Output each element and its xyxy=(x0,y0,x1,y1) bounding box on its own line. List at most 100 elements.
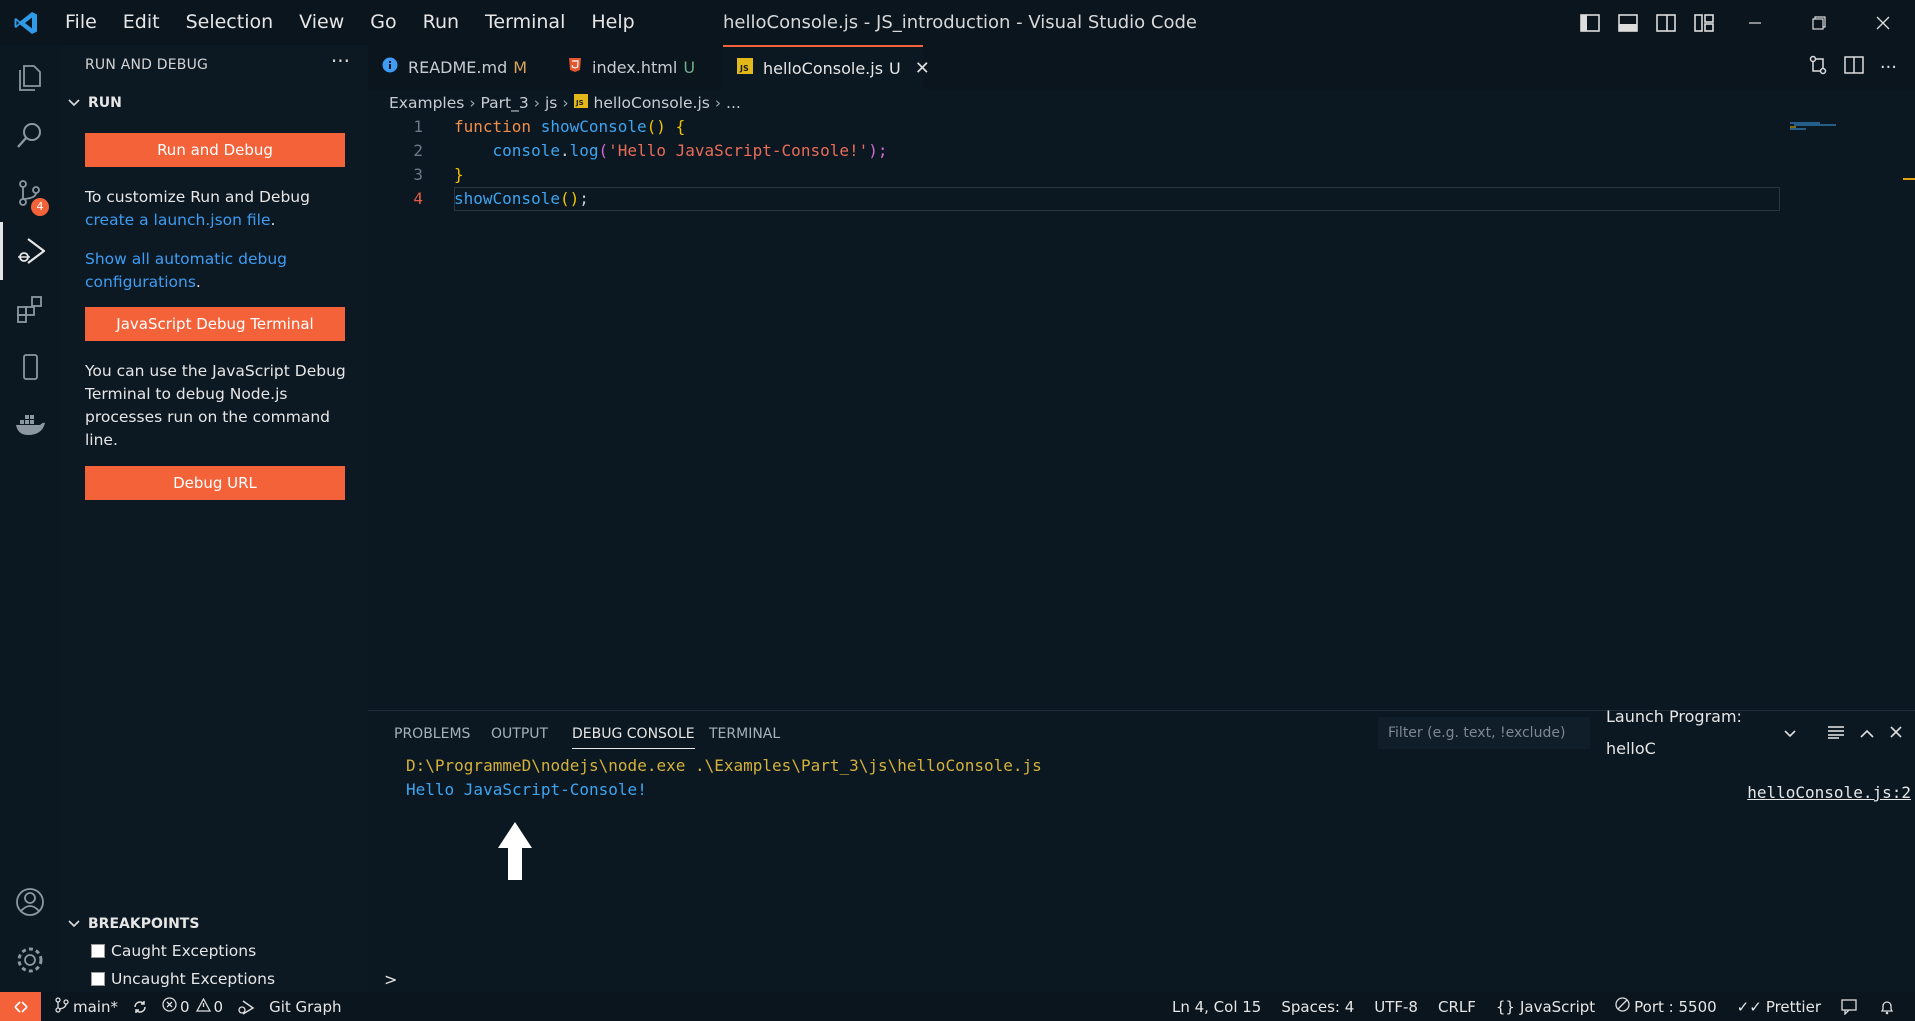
source-control-icon[interactable]: 4 xyxy=(0,164,60,222)
debug-url-button[interactable]: Debug URL xyxy=(85,466,345,500)
tab-terminal[interactable]: TERMINAL xyxy=(709,726,780,742)
breadcrumb-item[interactable]: Examples xyxy=(389,94,464,112)
split-editor-icon[interactable] xyxy=(1844,56,1864,78)
search-icon[interactable] xyxy=(0,106,60,164)
chevron-right-icon: › xyxy=(714,94,722,112)
restore-icon[interactable] xyxy=(1787,0,1851,45)
js-icon: JS xyxy=(737,58,753,78)
customize-hint: To customize Run and Debug create a laun… xyxy=(85,186,350,232)
menu-selection[interactable]: Selection xyxy=(173,0,287,45)
uncaught-exceptions-row[interactable]: Uncaught Exceptions xyxy=(91,970,275,988)
run-section-label: RUN xyxy=(88,95,122,111)
device-icon[interactable] xyxy=(0,338,60,396)
error-count: 0 xyxy=(179,997,190,1016)
tab-output[interactable]: OUTPUT xyxy=(491,726,548,742)
line-number: 1 xyxy=(413,117,423,136)
code-editor[interactable]: 1 function showConsole() { 2 console.log… xyxy=(368,115,1788,705)
toggle-secondary-sidebar-icon[interactable] xyxy=(1647,0,1685,45)
close-tab-icon[interactable]: ✕ xyxy=(915,58,930,79)
branch-status[interactable]: main* xyxy=(55,996,118,1017)
code-line: 2 console.log('Hello JavaScript-Console!… xyxy=(368,139,1788,163)
debug-launch-icon[interactable] xyxy=(237,999,255,1015)
svg-text:JS: JS xyxy=(739,64,749,73)
settings-gear-icon[interactable] xyxy=(0,931,60,989)
run-section-header[interactable]: RUN xyxy=(66,95,122,111)
line-text: function showConsole() { xyxy=(454,117,686,136)
live-server-port[interactable]: Port : 5500 xyxy=(1615,997,1717,1016)
feedback-icon[interactable] xyxy=(1841,998,1859,1015)
more-actions-icon[interactable]: ··· xyxy=(1880,57,1897,78)
menu-view[interactable]: View xyxy=(286,0,357,45)
console-source-link[interactable]: helloConsole.js:2 xyxy=(1747,783,1911,802)
close-panel-icon[interactable] xyxy=(1889,724,1903,743)
braces-icon: {} xyxy=(1495,997,1515,1016)
encoding[interactable]: UTF-8 xyxy=(1374,998,1418,1016)
js-icon: JS xyxy=(573,94,588,112)
line-number: 3 xyxy=(413,165,423,184)
tab-problems[interactable]: PROBLEMS xyxy=(394,726,470,742)
breakpoints-section-header[interactable]: BREAKPOINTS xyxy=(66,916,199,932)
menu-file[interactable]: File xyxy=(52,0,110,45)
console-filter-input[interactable]: Filter (e.g. text, !exclude) xyxy=(1378,717,1590,749)
breadcrumb-item[interactable]: helloConsole.js xyxy=(594,94,710,112)
title-bar: File Edit Selection View Go Run Terminal… xyxy=(0,0,1915,45)
customize-layout-icon[interactable] xyxy=(1685,0,1723,45)
extensions-icon[interactable] xyxy=(0,280,60,338)
panel-actions xyxy=(1827,717,1903,749)
title-controls xyxy=(1571,0,1915,45)
uncaught-exceptions-checkbox[interactable] xyxy=(91,972,105,986)
code-line: 1 function showConsole() { xyxy=(368,115,1788,139)
menu-edit[interactable]: Edit xyxy=(110,0,173,45)
toggle-primary-sidebar-icon[interactable] xyxy=(1571,0,1609,45)
menu-terminal[interactable]: Terminal xyxy=(472,0,578,45)
editor-tabs: README.md M index.html U JS helloConsole… xyxy=(368,45,1915,89)
line-text: console.log('Hello JavaScript-Console!')… xyxy=(492,141,888,160)
javascript-debug-terminal-button[interactable]: JavaScript Debug Terminal xyxy=(85,307,345,341)
indentation[interactable]: Spaces: 4 xyxy=(1281,998,1354,1016)
prettier-status[interactable]: ✓✓ Prettier xyxy=(1737,998,1821,1016)
close-window-icon[interactable] xyxy=(1851,0,1915,45)
run-and-debug-sidebar: RUN AND DEBUG ··· RUN Run and Debug To c… xyxy=(60,45,368,992)
problems-status[interactable]: 0 0 xyxy=(162,997,223,1016)
minimap[interactable] xyxy=(1790,115,1845,130)
toggle-panel-icon[interactable] xyxy=(1609,0,1647,45)
more-actions-icon[interactable]: ··· xyxy=(331,49,350,73)
language-mode[interactable]: {} JavaScript xyxy=(1496,998,1595,1016)
tab-index-html[interactable]: index.html U xyxy=(568,45,723,89)
run-and-debug-icon[interactable] xyxy=(0,222,60,280)
menu-run[interactable]: Run xyxy=(410,0,472,45)
caught-exceptions-row[interactable]: Caught Exceptions xyxy=(91,942,256,960)
menu-go[interactable]: Go xyxy=(357,0,409,45)
docker-icon[interactable] xyxy=(0,396,60,454)
menu-help[interactable]: Help xyxy=(578,0,647,45)
tab-status: U xyxy=(683,57,696,77)
end-of-line[interactable]: CRLF xyxy=(1438,998,1476,1016)
caught-exceptions-checkbox[interactable] xyxy=(91,944,105,958)
explorer-icon[interactable] xyxy=(0,48,60,106)
menu-bar: File Edit Selection View Go Run Terminal… xyxy=(52,0,648,45)
line-text: showConsole(); xyxy=(454,189,589,208)
git-graph-button[interactable]: Git Graph xyxy=(269,998,341,1016)
run-and-debug-button[interactable]: Run and Debug xyxy=(85,133,345,167)
console-input-prompt[interactable]: > xyxy=(384,970,397,989)
breadcrumb-item[interactable]: Part_3 xyxy=(481,94,529,112)
maximize-panel-icon[interactable] xyxy=(1859,724,1875,743)
create-launch-json-link[interactable]: create a launch.json file xyxy=(85,211,271,229)
clear-console-icon[interactable] xyxy=(1827,724,1845,743)
notifications-bell-icon[interactable] xyxy=(1879,999,1895,1015)
cursor-position[interactable]: Ln 4, Col 15 xyxy=(1172,998,1261,1016)
accounts-icon[interactable] xyxy=(0,873,60,931)
remote-indicator-icon[interactable] xyxy=(0,992,41,1021)
tab-hello-console-js[interactable]: JS helloConsole.js U ✕ xyxy=(723,45,930,89)
tab-readme[interactable]: README.md M xyxy=(382,45,552,89)
minimize-icon[interactable] xyxy=(1723,0,1787,45)
show-automatic-debug-configs-link[interactable]: Show all automatic debug configurations xyxy=(85,250,287,291)
breadcrumb-item[interactable]: ... xyxy=(726,94,741,112)
launch-config-select[interactable]: Launch Program: helloC xyxy=(1606,707,1796,758)
tab-debug-console[interactable]: DEBUG CONSOLE xyxy=(572,726,695,749)
sync-icon[interactable] xyxy=(132,999,148,1015)
breakpoints-section-label: BREAKPOINTS xyxy=(88,916,200,932)
breadcrumb-item[interactable]: js xyxy=(545,94,557,112)
open-changes-icon[interactable] xyxy=(1808,55,1828,79)
code-line: 3 } xyxy=(368,163,1788,187)
